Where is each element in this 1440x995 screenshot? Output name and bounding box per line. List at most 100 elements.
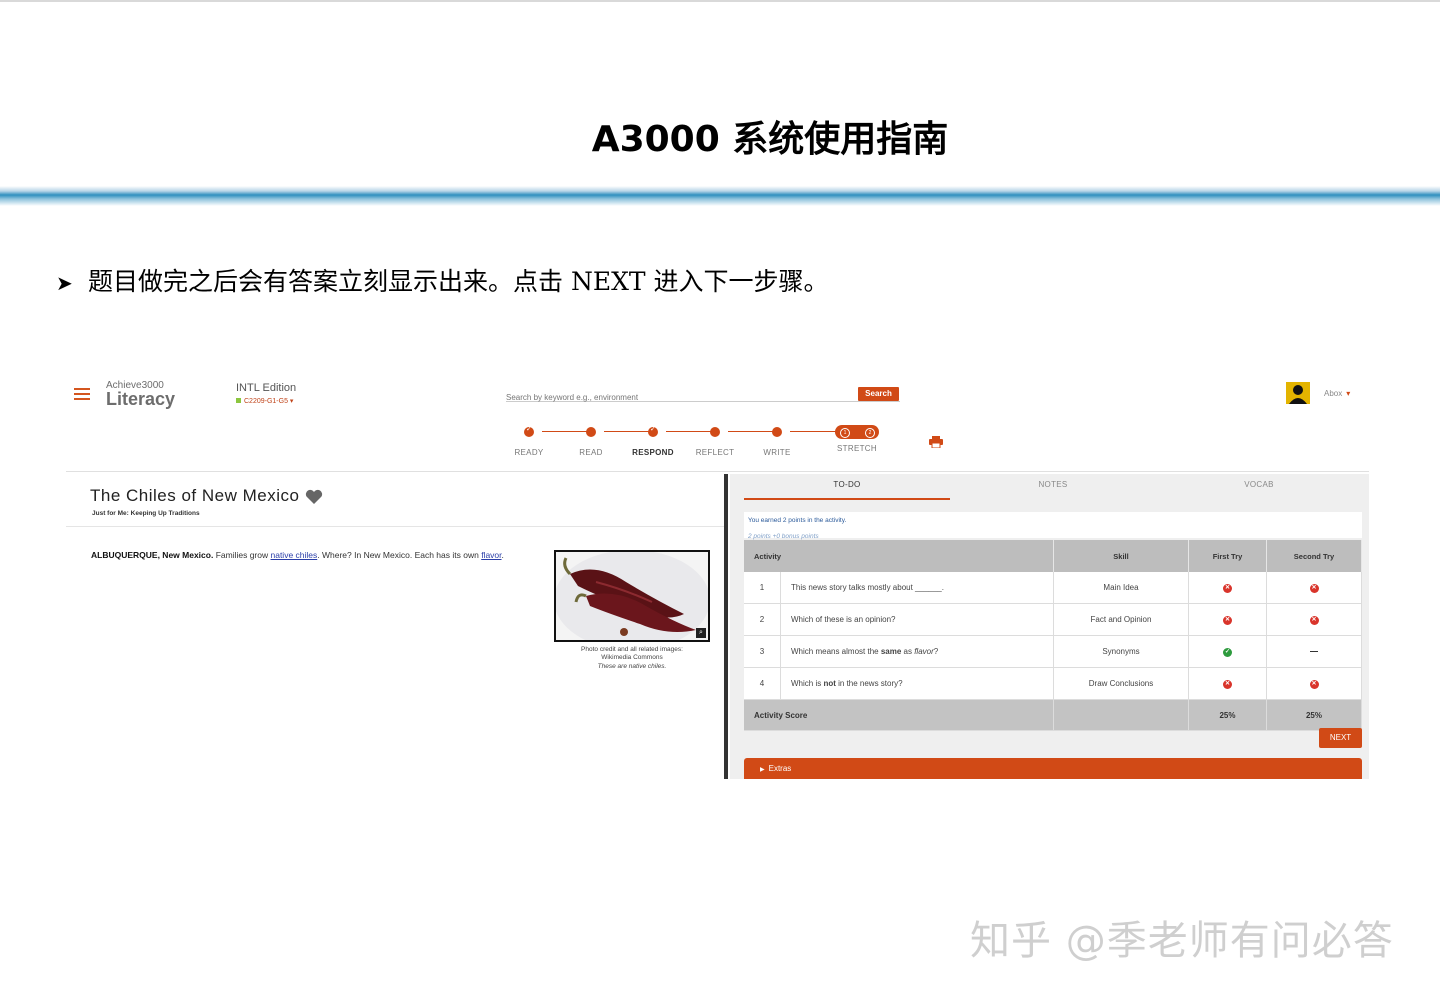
watermark: 知乎 @季老师有问必答	[970, 918, 1394, 964]
app-screenshot: Achieve3000 Literacy INTL Edition C2209-…	[66, 370, 1369, 780]
wrong-icon: ✕	[1309, 680, 1319, 689]
step-read[interactable]: READ	[561, 425, 621, 457]
dash-icon	[1310, 651, 1318, 653]
table-row[interactable]: 2 Which of these is an opinion? Fact and…	[744, 603, 1362, 636]
row-number: 4	[744, 667, 781, 700]
step-dot	[772, 427, 782, 437]
col-second-try: Second Try	[1266, 540, 1362, 572]
table-row[interactable]: 1 This news story talks mostly about ___…	[744, 572, 1362, 604]
second-try-cell: ✕	[1266, 572, 1362, 604]
table-row[interactable]: 3 Which means almost the same as flavor?…	[744, 635, 1362, 668]
title-band	[0, 186, 1440, 206]
vocab-link-flavor[interactable]: flavor	[481, 550, 501, 560]
first-try-cell: ✕	[1188, 667, 1267, 700]
bonus-points: 2 points +0 bonus points	[748, 533, 819, 540]
logo-main: Literacy	[106, 389, 176, 409]
class-code[interactable]: C2209-G1-G5 ▾	[236, 397, 296, 405]
chevron-right-icon: ▶	[760, 767, 765, 773]
search-bar	[506, 387, 900, 402]
panel-tabs: TO-DO NOTES VOCAB	[744, 474, 1362, 500]
row-number: 2	[744, 603, 781, 636]
avatar[interactable]	[1286, 382, 1310, 404]
header-divider	[66, 471, 1369, 472]
first-try-cell: ✕	[1188, 572, 1267, 604]
article-title: The Chiles of New Mexico	[90, 486, 323, 506]
edition-selector[interactable]: INTL Edition C2209-G1-G5 ▾	[236, 382, 296, 405]
article-body: ALBUQUERQUE, New Mexico. Families grow n…	[91, 550, 536, 560]
row-number: 3	[744, 635, 781, 668]
activity-score-label: Activity Score	[744, 699, 1054, 731]
progress-steps: READY READ RESPOND REFLECT WRITE 1 2 STR…	[506, 425, 906, 465]
tab-notes[interactable]: NOTES	[950, 474, 1156, 498]
question-text: Which is not in the news story?	[780, 667, 1054, 700]
extras-bar[interactable]: ▶ Extras	[744, 758, 1362, 779]
question-text: Which means almost the same as flavor?	[780, 635, 1054, 668]
chile-photo[interactable]: ⌕	[554, 550, 710, 642]
tab-todo[interactable]: TO-DO	[744, 474, 950, 500]
wrong-icon: ✕	[1309, 584, 1319, 593]
search-input[interactable]	[506, 393, 846, 402]
user-silhouette-icon	[1289, 385, 1307, 404]
row-number: 1	[744, 572, 781, 604]
drag-handle-icon[interactable]: ⋮	[722, 706, 731, 716]
zoom-icon[interactable]: ⌕	[696, 628, 706, 638]
chevron-down-icon: ▾	[1346, 389, 1351, 398]
activity-table: Activity Skill First Try Second Try 1 Th…	[744, 540, 1362, 731]
step-reflect[interactable]: REFLECT	[685, 425, 745, 457]
bullet-point: ➤ 题目做完之后会有答案立刻显示出来。点击 NEXT 进入下一步骤。	[56, 262, 829, 298]
logo[interactable]: Achieve3000 Literacy	[106, 380, 175, 410]
caption-credit: Photo credit and all related images:	[581, 646, 683, 653]
chevron-down-icon: ▾	[289, 398, 294, 405]
wrong-icon: ✕	[1309, 616, 1319, 625]
first-try-cell: ✓	[1188, 635, 1267, 668]
step-ready[interactable]: READY	[499, 425, 559, 457]
extras-label: Extras	[768, 764, 792, 773]
second-try-cell	[1266, 635, 1362, 668]
first-try-score: 25%	[1188, 699, 1267, 731]
check-icon	[648, 425, 658, 437]
question-text: Which of these is an opinion?	[780, 603, 1054, 636]
second-try-cell: ✕	[1266, 603, 1362, 636]
caption-source: Wikimedia Commons	[601, 653, 663, 661]
stretch-number: 1	[840, 428, 850, 438]
class-color-icon	[236, 398, 241, 403]
skill-text: Main Idea	[1053, 572, 1189, 604]
wrong-icon: ✕	[1223, 680, 1232, 689]
vocab-link-native-chiles[interactable]: native chiles	[270, 550, 317, 560]
print-icon[interactable]	[929, 436, 943, 448]
question-text: This news story talks mostly about _____…	[780, 572, 1054, 604]
step-label: RESPOND	[632, 448, 674, 457]
pane-splitter[interactable]	[724, 474, 728, 779]
step-stretch[interactable]: 1 2 STRETCH	[827, 425, 887, 453]
step-label: READY	[514, 448, 544, 457]
activity-panel: TO-DO NOTES VOCAB You earned 2 points in…	[730, 474, 1369, 779]
edition-label: INTL Edition	[236, 382, 297, 394]
skill-text: Draw Conclusions	[1053, 667, 1189, 700]
menu-icon[interactable]	[74, 388, 90, 400]
step-dot	[710, 427, 720, 437]
dateline: ALBUQUERQUE, New Mexico.	[91, 550, 214, 560]
empty-cell	[1053, 699, 1189, 731]
article-subtitle: Just for Me: Keeping Up Traditions	[92, 510, 200, 517]
points-earned: You earned 2 points in the activity.	[748, 517, 847, 524]
search-button[interactable]: Search	[858, 387, 899, 401]
tab-vocab[interactable]: VOCAB	[1156, 474, 1362, 498]
wrong-icon: ✕	[1223, 584, 1232, 593]
bullet-arrow-icon: ➤	[56, 271, 73, 295]
col-first-try: First Try	[1188, 540, 1267, 572]
step-write[interactable]: WRITE	[747, 425, 807, 457]
next-button[interactable]: NEXT	[1319, 728, 1362, 748]
step-dot	[586, 427, 596, 437]
table-row[interactable]: 4 Which is not in the news story? Draw C…	[744, 667, 1362, 700]
heart-icon[interactable]	[305, 489, 323, 505]
bullet-text: 题目做完之后会有答案立刻显示出来。点击 NEXT 进入下一步骤。	[88, 267, 829, 296]
col-activity: Activity	[744, 540, 1054, 572]
top-rule	[0, 0, 1440, 2]
table-header: Activity Skill First Try Second Try	[744, 540, 1362, 572]
second-try-score: 25%	[1266, 699, 1362, 731]
step-respond[interactable]: RESPOND	[623, 425, 683, 457]
first-try-cell: ✕	[1188, 603, 1267, 636]
stretch-pill: 1 2	[835, 425, 879, 439]
skill-text: Synonyms	[1053, 635, 1189, 668]
user-menu[interactable]: Abox ▾	[1324, 389, 1350, 398]
